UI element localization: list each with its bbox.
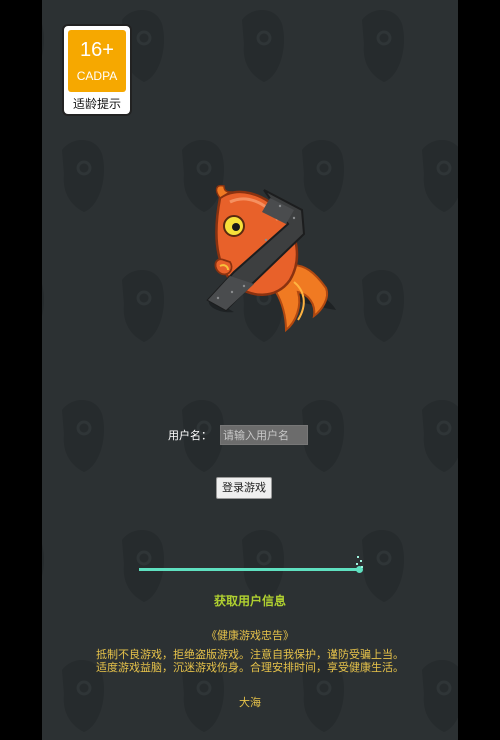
health-advice-body: 抵制不良游戏，拒绝盗版游戏。注意自我保护，谨防受骗上当。 适度游戏益脑，沉迷游戏… bbox=[42, 648, 458, 674]
pattern-fish-icon bbox=[360, 268, 406, 344]
health-advice-title: 《健康游戏忠告》 bbox=[206, 629, 294, 642]
loading-status-text: 获取用户信息 bbox=[213, 594, 286, 608]
username-label: 用户名： bbox=[168, 429, 212, 442]
pattern-fish-icon bbox=[60, 398, 106, 474]
age-rating-org: CADPA bbox=[76, 69, 118, 83]
login-button[interactable]: 登录游戏 bbox=[216, 477, 272, 499]
game-stage: 16+ CADPA 适龄提示 用户名： 登录游戏 bbox=[42, 0, 458, 740]
pattern-fish-icon bbox=[420, 138, 458, 214]
age-rating-badge: 16+ CADPA 适龄提示 bbox=[62, 24, 132, 116]
author-credit: 大海 bbox=[239, 696, 261, 709]
taped-fish-icon bbox=[206, 184, 336, 333]
pattern-fish-icon bbox=[120, 268, 166, 344]
health-advice-line: 抵制不良游戏，拒绝盗版游戏。注意自我保护，谨防受骗上当。 bbox=[96, 648, 404, 661]
age-rating-caption: 适龄提示 bbox=[72, 97, 121, 111]
loading-progress-bar bbox=[139, 566, 363, 573]
pattern-fish-icon bbox=[420, 398, 458, 474]
age-rating-block: 16+ CADPA bbox=[68, 30, 126, 92]
pattern-fish-icon bbox=[240, 8, 286, 84]
username-input[interactable] bbox=[220, 425, 308, 445]
pattern-fish-icon bbox=[60, 138, 106, 214]
pattern-fish-icon bbox=[42, 268, 46, 344]
loading-progress-fill bbox=[139, 568, 359, 571]
login-form: 用户名： bbox=[168, 424, 308, 446]
health-advice-line: 适度游戏益脑，沉迷游戏伤身。合理安排时间，享受健康生活。 bbox=[96, 661, 404, 674]
pattern-fish-icon bbox=[42, 8, 46, 84]
sparkle-icon bbox=[355, 556, 363, 570]
age-rating-value: 16+ bbox=[80, 39, 114, 61]
pattern-fish-icon bbox=[360, 8, 406, 84]
pattern-fish-icon bbox=[300, 398, 346, 474]
